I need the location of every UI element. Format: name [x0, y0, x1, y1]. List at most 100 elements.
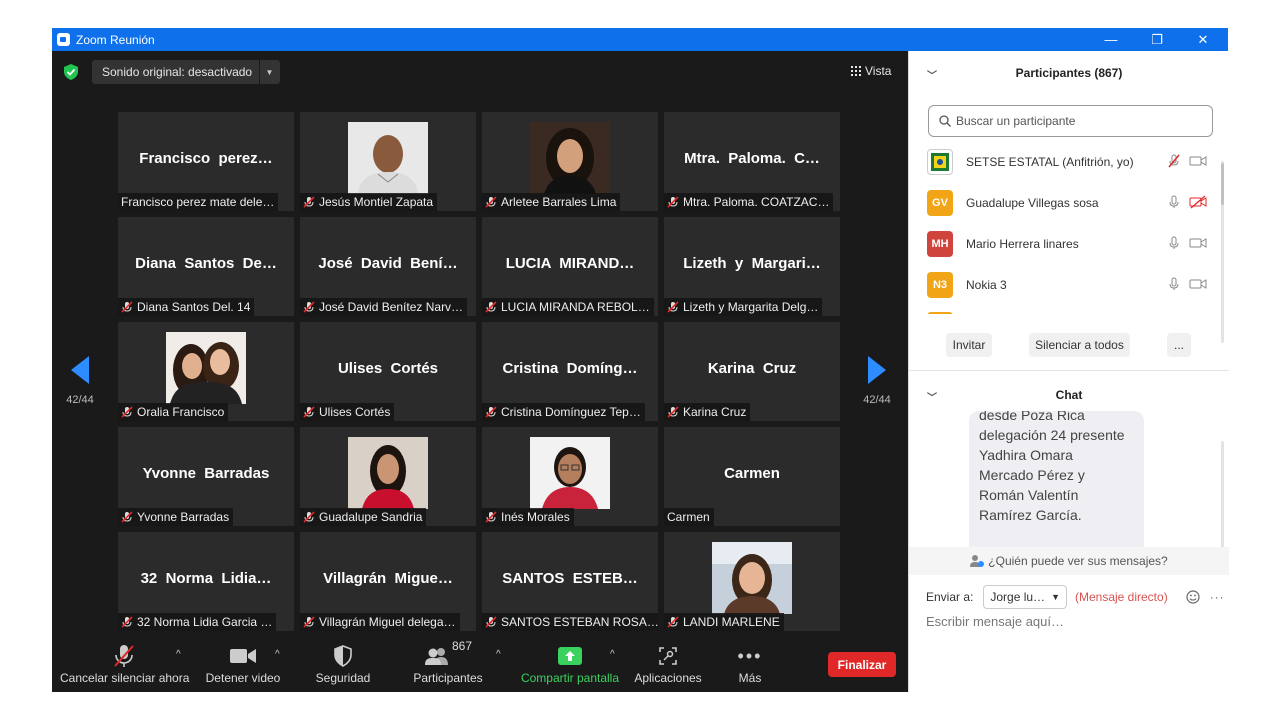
participants-button[interactable]: 867 Participantes — [408, 639, 488, 685]
share-options-chevron-icon[interactable]: ^ — [610, 649, 615, 660]
participant-row[interactable]: SETSE ESTATAL (Anfitrión, yo) — [927, 148, 1207, 176]
participant-display-name: LUCIA MIRAND… — [505, 255, 635, 272]
video-options-chevron-icon[interactable]: ^ — [275, 649, 280, 660]
participant-video-tile[interactable]: 32 Norma Lidia… 32 Norma Lidia Garcia … — [118, 532, 294, 631]
participant-video-frame — [530, 437, 610, 509]
next-page-button[interactable]: 42/44 — [857, 356, 897, 406]
chat-compose-input[interactable]: Escribir mensaje aquí… — [926, 614, 1064, 629]
participant-name-label: SANTOS ESTEBAN ROSA… — [482, 613, 658, 631]
participant-video-tile[interactable]: Inés Morales — [482, 427, 658, 526]
close-button[interactable]: ✕ — [1180, 28, 1226, 51]
participant-name: Cristina Domínguez Tep… — [501, 405, 641, 419]
unmute-button[interactable]: Cancelar silenciar ahora — [60, 643, 189, 685]
microphone-muted-icon — [485, 406, 497, 418]
microphone-icon[interactable] — [1167, 236, 1181, 250]
participant-video-tile[interactable]: José David Bení… José David Benítez Narv… — [300, 217, 476, 316]
minimize-button[interactable]: — — [1088, 28, 1134, 51]
video-camera-icon — [230, 649, 256, 663]
participant-video-tile[interactable]: Mtra. Paloma. C… Mtra. Paloma. COATZAC… — [664, 112, 840, 211]
participant-video-tile[interactable]: LUCIA MIRAND… LUCIA MIRANDA REBOL… — [482, 217, 658, 316]
participant-video-frame — [348, 437, 428, 509]
original-sound-label: Sonido original: desactivado — [102, 65, 253, 79]
user-info-icon — [970, 555, 985, 567]
security-label: Seguridad — [315, 671, 371, 685]
gallery-grid: Francisco perez… Francisco perez mate del… — [118, 112, 842, 632]
audio-options-chevron-icon[interactable]: ^ — [176, 649, 181, 660]
microphone-muted-icon — [121, 301, 133, 313]
participant-video-tile[interactable]: Ulises Cortés Ulises Cortés — [300, 322, 476, 421]
participants-list: SETSE ESTATAL (Anfitrión, yo) GV Guadalupe… — [909, 145, 1229, 314]
participant-video-tile[interactable]: Lizeth y Margari… Lizeth y Margarita Delg… — [664, 217, 840, 316]
participant-search-input[interactable]: Buscar un participante — [928, 105, 1213, 137]
participant-video-tile[interactable]: Carmen Carmen — [664, 427, 840, 526]
participant-video-tile[interactable]: Villagrán Migue… Villagrán Miguel delega… — [300, 532, 476, 631]
view-button[interactable]: Vista — [851, 64, 891, 78]
chevron-down-icon[interactable]: ▼ — [259, 60, 279, 84]
participant-video-tile[interactable]: Karina Cruz Karina Cruz — [664, 322, 840, 421]
microphone-muted-icon — [667, 196, 679, 208]
participants-label: Participantes — [413, 671, 483, 685]
collapse-participants-chevron-icon[interactable]: ﹀ — [927, 67, 937, 82]
encryption-shield-icon[interactable] — [64, 64, 78, 80]
share-screen-button[interactable]: Compartir pantalla — [518, 643, 622, 685]
participant-name-label: Yvonne Barradas — [118, 508, 234, 526]
microphone-muted-icon — [485, 196, 497, 208]
participant-row[interactable]: N3 Nokia 3 — [927, 271, 1207, 299]
participant-video-tile[interactable]: Jesús Montiel Zapata — [300, 112, 476, 211]
stop-video-label: Detener video — [205, 671, 281, 685]
send-to-label: Enviar a: — [926, 590, 974, 604]
participant-video-tile[interactable]: Arletee Barrales Lima — [482, 112, 658, 211]
stop-video-button[interactable]: Detener video — [202, 643, 284, 685]
participants-options-chevron-icon[interactable]: ^ — [496, 649, 501, 660]
apps-button[interactable]: Aplicaciones — [632, 643, 704, 685]
participant-name-label: Carmen — [664, 508, 714, 526]
end-meeting-button[interactable]: Finalizar — [828, 652, 896, 677]
direct-message-label: (Mensaje directo) — [1074, 590, 1168, 604]
microphone-muted-icon — [303, 301, 315, 313]
participant-display-name: Francisco perez… — [139, 150, 273, 167]
participant-row[interactable]: MH Mario Herrera linares — [927, 230, 1207, 258]
microphone-muted-icon — [485, 616, 497, 628]
participant-video-tile[interactable]: Yvonne Barradas Yvonne Barradas — [118, 427, 294, 526]
security-button[interactable]: Seguridad — [304, 643, 382, 685]
participant-name: Jesús Montiel Zapata — [319, 195, 434, 209]
microphone-muted-icon[interactable] — [1167, 154, 1181, 168]
participant-avatar: GV — [927, 190, 953, 216]
emoji-icon[interactable] — [1186, 590, 1200, 604]
original-sound-button[interactable]: Sonido original: desactivado ▼ — [92, 60, 280, 84]
microphone-muted-icon — [303, 196, 315, 208]
participant-video-tile[interactable]: Cristina Domíng… Cristina Domínguez Tep… — [482, 322, 658, 421]
participant-display-name: Yvonne Barradas — [142, 465, 270, 482]
participants-more-button[interactable]: ... — [1167, 333, 1191, 357]
participant-video-tile[interactable]: Francisco perez… Francisco perez mate del… — [118, 112, 294, 211]
participant-name: Mtra. Paloma. COATZAC… — [683, 195, 830, 209]
chat-more-icon[interactable]: ··· — [1210, 590, 1225, 604]
microphone-muted-icon — [121, 616, 133, 628]
participant-display-name: Diana Santos De… — [135, 255, 277, 272]
invite-button[interactable]: Invitar — [946, 333, 992, 357]
who-can-see-messages-link[interactable]: ¿Quién puede ver sus mensajes? — [909, 547, 1229, 575]
microphone-icon[interactable] — [1167, 195, 1181, 209]
microphone-icon[interactable] — [1167, 277, 1181, 291]
collapse-chat-chevron-icon[interactable]: ﹀ — [927, 389, 937, 404]
participant-row[interactable]: GV Guadalupe Villegas sosa — [927, 189, 1207, 217]
participant-video-tile[interactable]: LANDI MARLENE — [664, 532, 840, 631]
participant-name: Lizeth y Margarita Delg… — [683, 300, 819, 314]
participant-video-tile[interactable]: SANTOS ESTEB… SANTOS ESTEBAN ROSA… — [482, 532, 658, 631]
chat-message-line: Ramírez García. — [979, 507, 1082, 523]
recipient-select[interactable]: Jorge lu… ▼ — [983, 585, 1067, 609]
more-button[interactable]: ••• Más — [726, 643, 774, 686]
participant-video-tile[interactable]: Diana Santos De… Diana Santos Del. 14 — [118, 217, 294, 316]
video-camera-icon[interactable] — [1189, 236, 1207, 250]
previous-page-button[interactable]: 42/44 — [60, 356, 100, 406]
video-camera-icon[interactable] — [1189, 277, 1207, 291]
maximize-button[interactable]: ❐ — [1134, 28, 1180, 51]
participant-video-tile[interactable]: Oralia Francisco — [118, 322, 294, 421]
mute-all-button[interactable]: Silenciar a todos — [1029, 333, 1130, 357]
video-off-icon[interactable] — [1189, 195, 1207, 209]
recipient-name: Jorge lu… — [990, 590, 1046, 604]
participant-display-name: Carmen — [724, 465, 780, 482]
participants-scrollbar-thumb[interactable] — [1221, 163, 1224, 205]
participant-video-tile[interactable]: Guadalupe Sandria — [300, 427, 476, 526]
video-camera-icon[interactable] — [1189, 154, 1207, 168]
